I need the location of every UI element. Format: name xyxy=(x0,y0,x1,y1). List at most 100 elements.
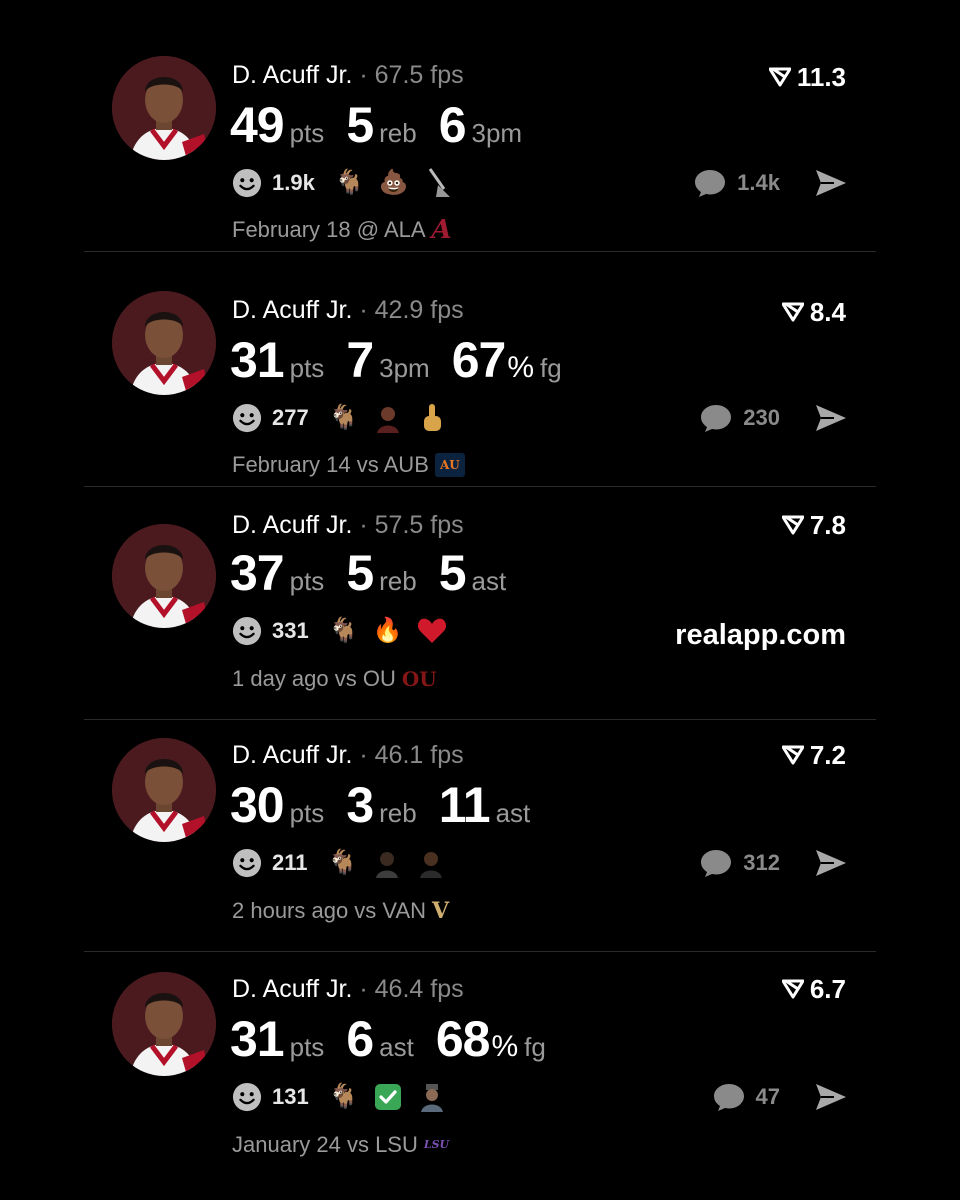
player-avatar[interactable] xyxy=(112,524,216,628)
rating-icon xyxy=(781,515,804,535)
goat-emoji[interactable]: 🐐 xyxy=(329,1082,359,1112)
feed-card[interactable]: D. Acuff Jr. · 67.5 fps 11.3 49 pts 5 reb … xyxy=(84,18,876,252)
reaction-count[interactable]: 1.9k xyxy=(272,170,315,196)
stat-value: 11 xyxy=(438,777,491,833)
comment-count[interactable]: 230 xyxy=(743,405,780,431)
smiley-react-icon[interactable] xyxy=(232,616,262,646)
broom-emoji[interactable] xyxy=(423,168,453,198)
goat-emoji[interactable]: 🐐 xyxy=(329,403,359,433)
stat-unit: fg xyxy=(524,1032,546,1062)
feed-card[interactable]: D. Acuff Jr. · 42.9 fps 8.4 31 pts 7 3pm 6… xyxy=(84,253,876,487)
person-sticker[interactable] xyxy=(417,1082,447,1112)
stat-value: 67 xyxy=(451,332,507,388)
goat-emoji[interactable]: 🐐 xyxy=(335,168,365,198)
fantasy-points: 46.1 fps xyxy=(374,741,464,769)
percent-sign: % xyxy=(507,351,535,384)
player-avatar[interactable] xyxy=(112,291,216,395)
player-avatar[interactable] xyxy=(112,56,216,160)
middle-finger-emoji[interactable] xyxy=(417,403,447,433)
person-sticker[interactable] xyxy=(372,848,402,878)
comment-count[interactable]: 1.4k xyxy=(737,170,780,196)
stat-line: 49 pts 5 reb 6 3pm xyxy=(230,96,522,154)
separator-dot: · xyxy=(352,511,375,539)
rating-value: 7.2 xyxy=(809,740,846,770)
reaction-count[interactable]: 211 xyxy=(272,850,308,876)
feed-card[interactable]: D. Acuff Jr. · 57.5 fps 7.8 37 pts 5 reb 5… xyxy=(84,486,876,720)
player-name[interactable]: D. Acuff Jr. xyxy=(232,741,352,769)
card-header: D. Acuff Jr. · 67.5 fps xyxy=(232,58,464,92)
share-icon[interactable] xyxy=(814,1082,848,1112)
smiley-react-icon[interactable] xyxy=(232,168,262,198)
person-sticker[interactable] xyxy=(416,848,446,878)
game-label: 1 day ago vs OU xyxy=(232,666,396,691)
comment-icon[interactable] xyxy=(699,848,733,878)
card-header: D. Acuff Jr. · 46.1 fps xyxy=(232,738,464,772)
team-logo: OU xyxy=(401,667,437,691)
comment-count[interactable]: 312 xyxy=(743,850,780,876)
feed-card[interactable]: D. Acuff Jr. · 46.1 fps 7.2 30 pts 3 reb 1… xyxy=(84,718,876,952)
player-name[interactable]: D. Acuff Jr. xyxy=(232,975,352,1003)
stat-item: 6 ast xyxy=(346,1010,414,1068)
stat-item: 7 3pm xyxy=(346,331,429,389)
stat-unit: 3pm xyxy=(471,118,523,148)
stat-item: 37 pts xyxy=(230,544,324,602)
game-label: February 18 @ ALA xyxy=(232,217,426,242)
player-sticker[interactable] xyxy=(373,403,403,433)
rating-value: 11.3 xyxy=(796,62,846,92)
separator-dot: · xyxy=(352,296,375,324)
smiley-react-icon[interactable] xyxy=(232,1082,262,1112)
stat-item: 5 reb xyxy=(346,544,416,602)
separator-dot: · xyxy=(352,61,375,89)
card-actions: 312 xyxy=(699,848,848,878)
stat-unit: 3pm xyxy=(379,353,430,383)
stat-value: 5 xyxy=(438,545,467,601)
stat-item: 3 reb xyxy=(346,776,416,834)
card-actions: 47 xyxy=(712,1082,848,1112)
share-icon[interactable] xyxy=(814,848,848,878)
player-name[interactable]: D. Acuff Jr. xyxy=(232,61,352,89)
goat-emoji[interactable]: 🐐 xyxy=(329,616,359,646)
comment-icon[interactable] xyxy=(693,168,727,198)
poop-emoji[interactable]: 💩 xyxy=(379,168,409,198)
share-icon[interactable] xyxy=(814,403,848,433)
game-info: February 18 @ ALA A xyxy=(232,215,452,245)
game-info: January 24 vs LSU LSU xyxy=(232,1130,449,1160)
game-info: 2 hours ago vs VAN V xyxy=(232,896,449,926)
player-name[interactable]: D. Acuff Jr. xyxy=(232,296,352,324)
player-avatar[interactable] xyxy=(112,738,216,842)
stat-unit: pts xyxy=(289,798,325,828)
stat-unit: ast xyxy=(471,566,507,596)
fire-emoji[interactable]: 🔥 xyxy=(373,616,403,646)
stat-value: 6 xyxy=(346,1011,374,1067)
heart-emoji[interactable] xyxy=(417,616,447,646)
player-name[interactable]: D. Acuff Jr. xyxy=(232,511,352,539)
stat-line: 31 pts 7 3pm 67% fg xyxy=(230,331,562,389)
card-header: D. Acuff Jr. · 46.4 fps xyxy=(232,972,464,1006)
check-mark-emoji[interactable] xyxy=(373,1082,403,1112)
game-info: 1 day ago vs OU OU xyxy=(232,664,437,694)
fantasy-points: 42.9 fps xyxy=(374,296,464,324)
share-icon[interactable] xyxy=(814,168,848,198)
player-avatar[interactable] xyxy=(112,972,216,1076)
comment-count[interactable]: 47 xyxy=(756,1084,780,1110)
comment-icon[interactable] xyxy=(712,1082,746,1112)
rating-score: 8.4 xyxy=(781,295,846,329)
fantasy-points: 67.5 fps xyxy=(374,61,464,89)
reaction-bar: 131 🐐 xyxy=(232,1082,447,1112)
stat-value: 5 xyxy=(346,97,374,153)
feed-card[interactable]: D. Acuff Jr. · 46.4 fps 6.7 31 pts 6 ast 6… xyxy=(84,952,876,1186)
stat-item: 5 reb xyxy=(346,96,416,154)
goat-emoji[interactable]: 🐐 xyxy=(328,848,358,878)
comment-icon[interactable] xyxy=(699,403,733,433)
smiley-react-icon[interactable] xyxy=(232,848,262,878)
reaction-count[interactable]: 131 xyxy=(272,1084,309,1110)
stat-unit: pts xyxy=(289,1032,325,1062)
stat-item: 67% fg xyxy=(452,331,562,389)
smiley-react-icon[interactable] xyxy=(232,403,262,433)
reaction-count[interactable]: 277 xyxy=(272,405,309,431)
stat-line: 30 pts 3 reb 11 ast xyxy=(230,776,530,834)
reaction-count[interactable]: 331 xyxy=(272,618,309,644)
card-actions: 230 xyxy=(699,403,848,433)
rating-value: 7.8 xyxy=(809,510,846,540)
stat-item: 49 pts xyxy=(230,96,324,154)
